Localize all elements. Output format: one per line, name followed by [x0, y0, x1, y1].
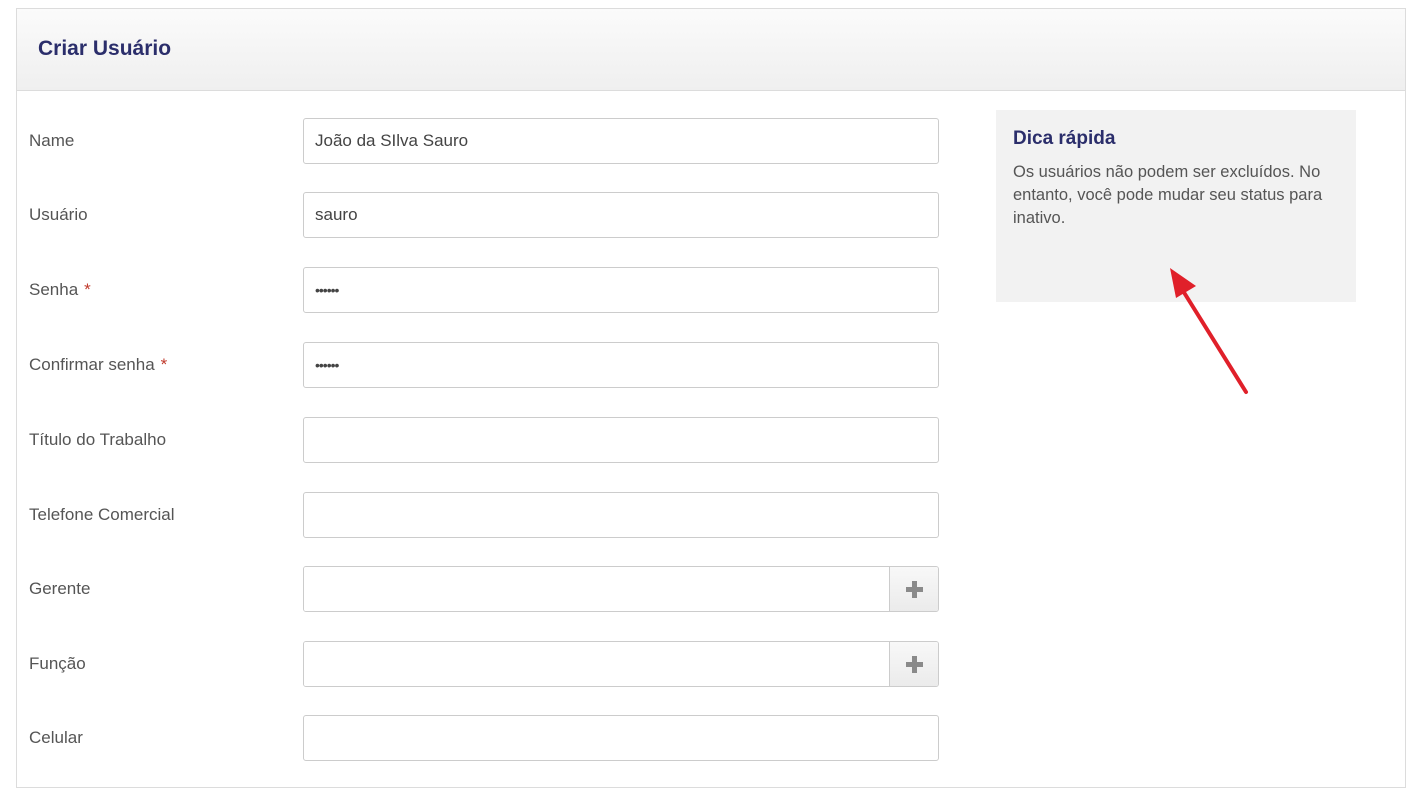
celular-input[interactable] [303, 715, 939, 761]
funcao-label: Função [29, 654, 86, 673]
senha-label-wrap: Senha * [29, 267, 91, 313]
quick-tip-box: Dica rápida Os usuários não podem ser ex… [996, 110, 1356, 302]
form-row-celular: Celular [0, 715, 960, 761]
form-row-usuario: Usuário [0, 192, 960, 238]
add-funcao-button[interactable] [889, 642, 938, 686]
form-row-titulo-trabalho: Título do Trabalho [0, 417, 960, 463]
usuario-label: Usuário [29, 205, 88, 224]
form-row-funcao: Função [0, 641, 960, 687]
form-row-gerente: Gerente [0, 566, 960, 612]
panel-header: Criar Usuário [17, 9, 1405, 91]
senha-label: Senha [29, 280, 79, 299]
required-mark: * [84, 280, 91, 299]
usuario-input[interactable] [303, 192, 939, 238]
senha-input[interactable]: •••••• [303, 267, 939, 313]
confirmar-senha-label: Confirmar senha [29, 355, 155, 374]
form-row-telefone-comercial: Telefone Comercial [0, 492, 960, 538]
telefone-comercial-input[interactable] [303, 492, 939, 538]
form-row-confirmar-senha: Confirmar senha * •••••• [0, 342, 960, 388]
form-row-senha: Senha * •••••• [0, 267, 960, 313]
telefone-comercial-label: Telefone Comercial [29, 505, 175, 524]
titulo-trabalho-input[interactable] [303, 417, 939, 463]
form-row-name: Name [0, 118, 960, 164]
plus-icon [905, 580, 923, 598]
plus-icon [905, 655, 923, 673]
funcao-input[interactable] [304, 642, 890, 686]
name-input[interactable] [303, 118, 939, 164]
confirmar-senha-input[interactable]: •••••• [303, 342, 939, 388]
add-gerente-button[interactable] [889, 567, 938, 611]
tip-text: Os usuários não podem ser excluídos. No … [1013, 163, 1323, 227]
gerente-input[interactable] [304, 567, 890, 611]
required-mark: * [160, 355, 168, 374]
gerente-label: Gerente [29, 579, 91, 598]
funcao-input-group [303, 641, 939, 687]
tip-title: Dica rápida [1013, 128, 1116, 149]
gerente-input-group [303, 566, 939, 612]
name-label: Name [29, 131, 75, 150]
confirmar-senha-label-wrap: Confirmar senha * [29, 342, 167, 388]
celular-label: Celular [29, 728, 83, 747]
page-title: Criar Usuário [38, 36, 172, 60]
titulo-trabalho-label: Título do Trabalho [29, 430, 167, 449]
